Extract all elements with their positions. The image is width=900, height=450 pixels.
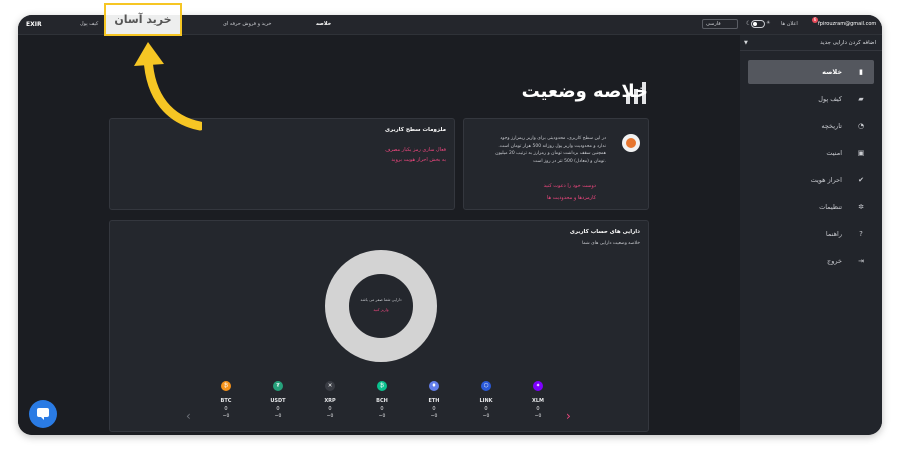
activate-otp-link[interactable]: فعال سازی رمز یکبار مصرف: [385, 147, 446, 153]
coin-value: ~0: [378, 414, 386, 419]
assets-card-title: دارایی های حساب کاربری: [569, 229, 640, 235]
add-asset-label: اضافه کردن دارایی جدید: [820, 40, 876, 46]
coin-xrp[interactable]: ✕ XRP 0 ~0: [310, 381, 350, 419]
go-to-kyc-link[interactable]: به بخش احراز هویت بروید: [391, 157, 446, 163]
deposit-link[interactable]: واریز کنید: [353, 307, 409, 312]
zero-balance-text: دارایی شما صفر می باشد: [360, 297, 402, 302]
coin-link[interactable]: ⬡ LINK 0 ~0: [466, 381, 506, 419]
coin-balance: 0: [380, 406, 384, 412]
bar-chart-icon: ▮: [859, 68, 863, 76]
notifications-label[interactable]: اعلان ها: [781, 21, 798, 27]
sidebar-item-label: امنیت: [826, 149, 842, 157]
level-badge-icon: [622, 134, 640, 152]
sidebar-item-4[interactable]: احراز هویت ✔: [748, 168, 874, 192]
chat-support-button[interactable]: [29, 400, 57, 428]
carousel-prev-icon[interactable]: ‹: [186, 409, 191, 423]
toggle-knob: [753, 22, 757, 26]
eth-icon: ♦: [429, 381, 439, 391]
coin-balance: 0: [432, 406, 436, 412]
help-icon: ?: [859, 230, 863, 238]
fees-limits-link[interactable]: کارمزدها و محدودیت ها: [547, 195, 596, 201]
sidebar-item-7[interactable]: خروج ⇥: [748, 249, 874, 273]
coin-symbol: BCH: [376, 398, 388, 404]
sidebar-item-label: تنظیمات: [819, 203, 842, 211]
language-label: فارسی: [706, 21, 721, 27]
coin-symbol: LINK: [479, 398, 493, 404]
top-nav-trade[interactable]: خرید و فروش حرفه ای: [223, 21, 272, 27]
user-level-card: در این سطح کاربری، محدودیتی برای واریز ر…: [463, 118, 649, 210]
coin-usdt[interactable]: ₮ USDT 0 ~0: [258, 381, 298, 419]
theme-toggle[interactable]: ☾ ☀: [746, 19, 770, 29]
kyc-card-title: ملزومات سطح کاربری: [384, 127, 446, 133]
coin-btc[interactable]: ₿ BTC 0 ~0: [206, 381, 246, 419]
coin-balance: 0: [484, 406, 488, 412]
language-select[interactable]: فارسی: [702, 19, 738, 29]
invite-friend-link[interactable]: دوست خود را دعوت کنید: [544, 183, 596, 189]
sidebar-item-label: احراز هویت: [810, 176, 842, 184]
check-circle-icon: ✔: [858, 176, 864, 184]
sidebar-item-3[interactable]: امنیت ▣: [748, 141, 874, 165]
coin-value: ~0: [482, 414, 490, 419]
coin-balance: 0: [328, 406, 332, 412]
add-asset-select[interactable]: ▼ اضافه کردن دارایی جدید: [740, 35, 882, 51]
coin-value: ~0: [430, 414, 438, 419]
top-nav-wallet[interactable]: کیف پول: [80, 21, 98, 27]
coin-symbol: USDT: [270, 398, 286, 404]
coin-value: ~0: [222, 414, 230, 419]
sidebar-item-1[interactable]: کیف پول ▰: [748, 87, 874, 111]
gear-icon: ✲: [858, 203, 864, 211]
coin-value: ~0: [326, 414, 334, 419]
page-title: خلاصه وضعیت: [521, 81, 648, 102]
btc-icon: ₿: [221, 381, 231, 391]
usdt-icon: ₮: [273, 381, 283, 391]
xrp-icon: ✕: [325, 381, 335, 391]
sidebar-item-2[interactable]: تاریخچه ◔: [748, 114, 874, 138]
sidebar-item-label: خلاصه: [822, 68, 842, 76]
sidebar-item-label: راهنما: [825, 230, 842, 238]
lock-icon: ▣: [857, 149, 865, 157]
caret-down-icon: ▼: [744, 40, 748, 46]
logo[interactable]: EXIR: [26, 21, 42, 28]
assets-card-subtitle: خلاصه وضعیت دارایی های شما: [581, 241, 640, 246]
bch-icon: ₿: [377, 381, 387, 391]
sidebar-item-label: خروج: [827, 257, 842, 265]
coin-balance: 0: [536, 406, 540, 412]
callout-arrow-icon: [134, 42, 202, 131]
logout-icon: ⇥: [858, 257, 864, 265]
coin-symbol: XRP: [324, 398, 336, 404]
coin-value: ~0: [534, 414, 542, 419]
chat-icon: [37, 408, 49, 420]
sidebar-item-0[interactable]: خلاصه ▮: [748, 60, 874, 84]
coin-symbol: ETH: [428, 398, 440, 404]
level-description: در این سطح کاربری، محدودیتی برای واریز ر…: [495, 136, 606, 164]
carousel-next-icon[interactable]: ›: [566, 409, 571, 423]
coin-symbol: BTC: [220, 398, 232, 404]
coin-xlm[interactable]: ✦ XLM 0 ~0: [518, 381, 558, 419]
coin-balance: 0: [276, 406, 280, 412]
link-icon: ⬡: [481, 381, 491, 391]
wallet-icon: ▰: [858, 95, 864, 103]
sidebar-item-5[interactable]: تنظیمات ✲: [748, 195, 874, 219]
coin-bch[interactable]: ₿ BCH 0 ~0: [362, 381, 402, 419]
sidebar-item-label: تاریخچه: [821, 122, 842, 130]
coin-balance: 0: [224, 406, 228, 412]
coin-symbol: XLM: [531, 398, 545, 404]
xlm-icon: ✦: [533, 381, 543, 391]
user-email[interactable]: fpirouzram@gmail.com: [818, 21, 876, 27]
top-nav-summary[interactable]: خلاصه: [316, 21, 331, 27]
history-icon: ◔: [857, 122, 865, 130]
coin-value: ~0: [274, 414, 282, 419]
sidebar-item-label: کیف پول: [818, 95, 842, 103]
assets-donut-chart: [325, 250, 437, 362]
easy-buy-highlight[interactable]: خرید آسان: [104, 3, 182, 36]
sidebar-item-6[interactable]: راهنما?: [748, 222, 874, 246]
coin-eth[interactable]: ♦ ETH 0 ~0: [414, 381, 454, 419]
sun-icon: ☀: [766, 20, 771, 26]
